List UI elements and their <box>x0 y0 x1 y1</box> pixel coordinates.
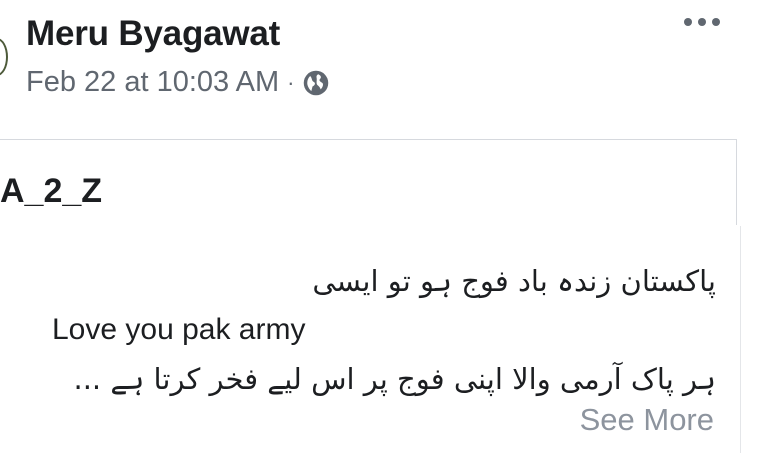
more-options-icon[interactable] <box>684 18 720 26</box>
dot-3 <box>712 18 720 26</box>
post-text-line-1: پاکستان زندہ باد فوج ہو تو ایسی <box>312 264 716 298</box>
post-timestamp[interactable]: Feb 22 at 10:03 AM <box>26 66 279 99</box>
post-text-line-3: ہر پاک آرمی والا اپنی فوج پر اس لیے فخر … <box>73 362 716 396</box>
dot-2 <box>698 18 706 26</box>
avatar[interactable] <box>0 38 8 76</box>
shared-content-border <box>740 226 741 453</box>
shared-card-border <box>736 139 737 225</box>
shared-card-divider <box>0 139 736 140</box>
post-author-name[interactable]: Meru Byagawat <box>26 14 280 54</box>
shared-post-title[interactable]: A_2_Z <box>0 172 102 211</box>
dot-1 <box>684 18 692 26</box>
post-text-line-2: Love you pak army <box>52 313 306 346</box>
post-meta: Feb 22 at 10:03 AM · <box>26 66 330 99</box>
globe-icon[interactable] <box>302 69 330 97</box>
meta-separator: · <box>287 69 295 95</box>
see-more-link[interactable]: See More <box>580 402 714 438</box>
